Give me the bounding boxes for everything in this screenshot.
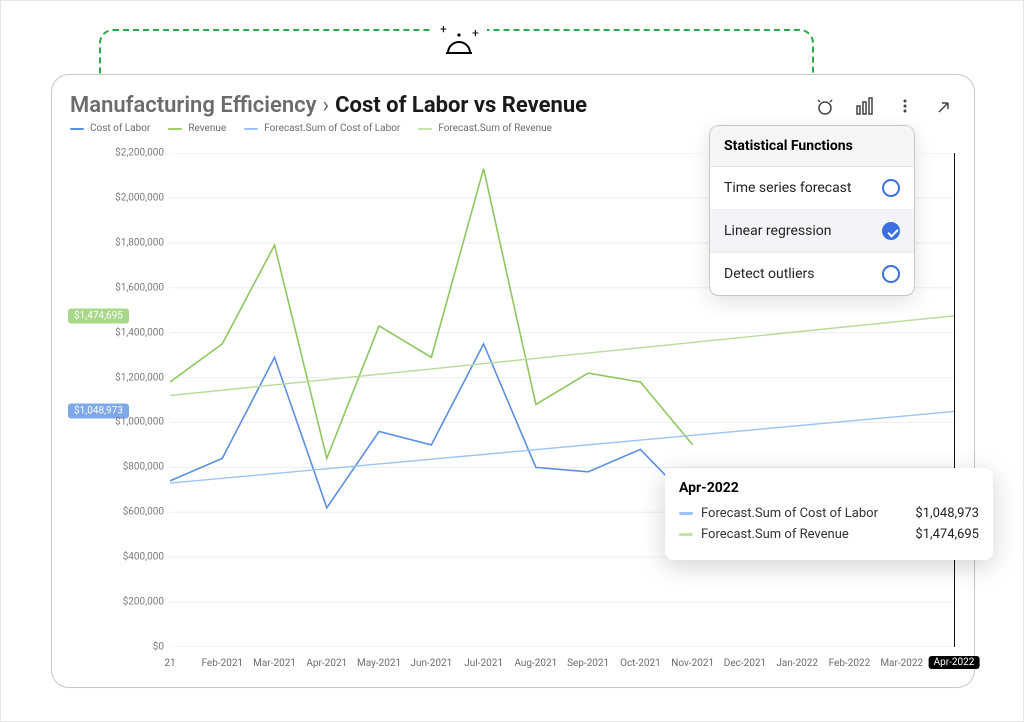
x-tick-label: Apr-2021 (306, 658, 347, 669)
tooltip-row: Forecast.Sum of Cost of Labor $1,048,973 (679, 506, 979, 521)
breadcrumb-current: Cost of Labor vs Revenue (335, 93, 587, 118)
stat-functions-popover: Statistical Functions Time series foreca… (709, 125, 915, 296)
activity-bell-icon: + + (431, 21, 487, 61)
forecast-icon[interactable] (814, 95, 836, 117)
x-tick-label: Apr-2022 (929, 656, 980, 669)
y-tick-label: $2,000,000 (110, 192, 164, 203)
breadcrumb-sep-icon: › (323, 93, 330, 118)
x-tick-label: 21 (164, 658, 175, 669)
y-tick-label: $1,000,000 (110, 417, 164, 428)
tooltip-row-label: Forecast.Sum of Revenue (701, 527, 907, 542)
y-tick-label: $1,800,000 (110, 237, 164, 248)
regression-badge-revenue: $1,474,695 (68, 308, 129, 323)
x-tick-label: Oct-2021 (620, 658, 661, 669)
legend-item[interactable]: Cost of Labor (70, 123, 150, 134)
legend-label: Forecast.Sum of Revenue (438, 123, 552, 134)
x-tick-label: Mar-2021 (253, 658, 296, 669)
x-tick-label: Jun-2021 (410, 658, 452, 669)
x-tick-label: Dec-2021 (724, 658, 766, 669)
svg-text:+: + (472, 26, 479, 40)
x-tick-label: Mar-2022 (880, 658, 923, 669)
hover-guideline (954, 153, 955, 647)
popover-option-label: Linear regression (724, 223, 831, 239)
x-tick-label: Feb-2022 (829, 658, 871, 669)
breadcrumb-root[interactable]: Manufacturing Efficiency (70, 93, 317, 118)
y-tick-label: $0 (110, 642, 164, 653)
svg-text:+: + (440, 23, 447, 36)
tooltip-row-value: $1,048,973 (915, 506, 979, 521)
tooltip-row-label: Forecast.Sum of Cost of Labor (701, 506, 907, 521)
radio-icon (882, 179, 900, 197)
y-tick-label: $200,000 (110, 597, 164, 608)
y-tick-label: $2,200,000 (110, 148, 164, 159)
kebab-menu-icon[interactable] (894, 95, 916, 117)
legend-label: Cost of Labor (90, 123, 150, 134)
card-header: Manufacturing Efficiency › Cost of Labor… (70, 93, 956, 118)
y-tick-label: $600,000 (110, 507, 164, 518)
x-tick-label: Jul-2021 (464, 658, 503, 669)
popover-option-label: Detect outliers (724, 266, 814, 282)
hover-tooltip: Apr-2022 Forecast.Sum of Cost of Labor $… (665, 468, 993, 560)
x-tick-label: Feb-2021 (201, 658, 243, 669)
x-tick-label: Nov-2021 (671, 658, 714, 669)
y-tick-label: $1,400,000 (110, 327, 164, 338)
y-tick-label: $1,600,000 (110, 282, 164, 293)
popover-option-forecast[interactable]: Time series forecast (710, 167, 914, 210)
tooltip-swatch-icon (679, 512, 693, 515)
popover-option-label: Time series forecast (724, 180, 852, 196)
chart-legend: Cost of Labor Revenue Forecast.Sum of Co… (70, 123, 552, 134)
collapse-icon[interactable] (934, 95, 956, 117)
breadcrumb[interactable]: Manufacturing Efficiency › Cost of Labor… (70, 93, 587, 118)
tooltip-row-value: $1,474,695 (915, 527, 979, 542)
radio-checked-icon (882, 222, 900, 240)
popover-option-outliers[interactable]: Detect outliers (710, 253, 914, 295)
popover-option-linear-regression[interactable]: Linear regression (710, 210, 914, 253)
x-tick-label: May-2021 (357, 658, 401, 669)
tooltip-swatch-icon (679, 533, 693, 536)
y-tick-label: $1,200,000 (110, 372, 164, 383)
popover-title: Statistical Functions (710, 126, 914, 167)
legend-label: Forecast.Sum of Cost of Labor (264, 123, 400, 134)
x-tick-label: Jan-2022 (776, 658, 818, 669)
legend-item[interactable]: Revenue (168, 123, 226, 134)
x-tick-label: Sep-2021 (567, 658, 609, 669)
tooltip-title: Apr-2022 (679, 480, 979, 496)
tooltip-row: Forecast.Sum of Revenue $1,474,695 (679, 527, 979, 542)
legend-item[interactable]: Forecast.Sum of Revenue (418, 123, 552, 134)
bar-chart-icon[interactable] (854, 95, 876, 117)
legend-label: Revenue (188, 123, 226, 134)
y-tick-label: $400,000 (110, 552, 164, 563)
chart-toolbar (814, 95, 956, 117)
y-tick-label: $800,000 (110, 462, 164, 473)
legend-item[interactable]: Forecast.Sum of Cost of Labor (244, 123, 400, 134)
radio-icon (882, 265, 900, 283)
x-tick-label: Aug-2021 (514, 658, 557, 669)
